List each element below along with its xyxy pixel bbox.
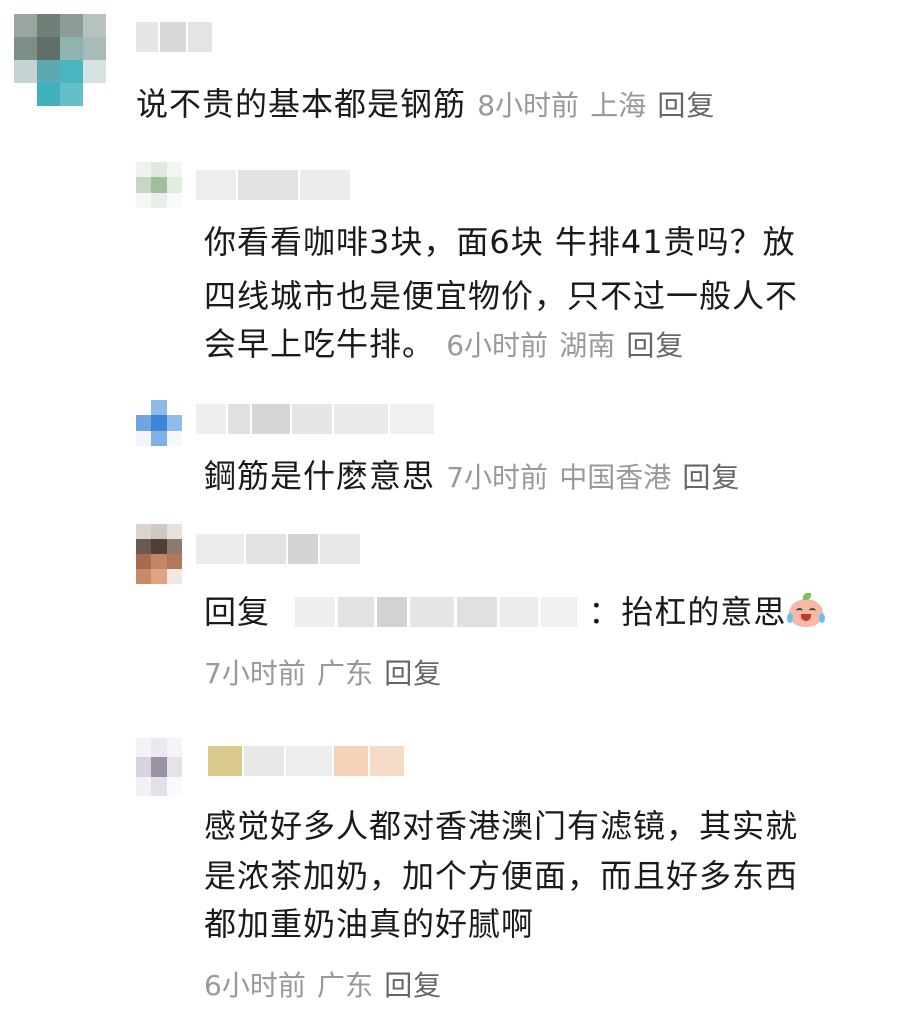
username[interactable] <box>208 746 404 776</box>
comment-text-line: 感觉好多人都对香港澳门有滤镜，其实就 <box>204 807 799 845</box>
comment-location: 上海 <box>590 89 647 122</box>
reply-prefix: 回复 <box>204 593 271 631</box>
avatar[interactable] <box>136 524 182 584</box>
comment-text-line: 会早上吃牛排。 <box>204 325 436 363</box>
avatar[interactable] <box>136 400 182 446</box>
comment-text-line: 你看看咖啡3块，面6块 牛排41贵吗？放 <box>204 223 796 261</box>
comment-location: 广东 <box>317 657 374 690</box>
comment-time: 6小时前 <box>446 329 549 362</box>
comment-location: 湖南 <box>559 329 616 362</box>
username[interactable] <box>196 404 434 434</box>
comment-text: 鋼筋是什麽意思 7小时前 中国香港 回复 <box>204 456 740 498</box>
reply-button[interactable]: 回复 <box>384 657 442 690</box>
comment-meta: 7小时前 广东 回复 <box>204 652 442 694</box>
reply-button[interactable]: 回复 <box>384 969 442 1002</box>
comment-time: 6小时前 <box>204 969 306 1002</box>
comment-location: 中国香港 <box>559 461 672 494</box>
comment-text-line: 都加重奶油真的好腻啊 <box>204 905 535 943</box>
reply-button[interactable]: 回复 <box>626 329 684 362</box>
reply-separator: ： <box>588 593 622 631</box>
username[interactable] <box>136 22 212 52</box>
comment-time: 7小时前 <box>204 657 306 690</box>
comment-text-line: 鋼筋是什麽意思 <box>204 457 436 495</box>
comment-meta: 6小时前 广东 回复 <box>204 964 442 1006</box>
crying-laughing-peach-emoji <box>786 593 826 627</box>
avatar[interactable] <box>14 14 106 106</box>
reply-text: 回复 ：抬杠的意思 <box>204 592 826 632</box>
avatar[interactable] <box>136 162 182 208</box>
reply-button[interactable]: 回复 <box>682 461 740 494</box>
comment-time: 7小时前 <box>446 461 549 494</box>
comment-text: 会早上吃牛排。 6小时前 湖南 回复 <box>204 324 684 366</box>
reply-button[interactable]: 回复 <box>657 89 715 122</box>
comment-text: 说不贵的基本都是钢筋 8小时前 上海 回复 <box>136 84 715 126</box>
reply-body: 抬杠的意思 <box>621 593 787 631</box>
mentioned-username[interactable] <box>295 597 578 627</box>
comment-text-line: 说不贵的基本都是钢筋 <box>136 85 467 123</box>
comment-time: 8小时前 <box>477 89 580 122</box>
username[interactable] <box>196 534 360 564</box>
comment-location: 广东 <box>317 969 374 1002</box>
avatar[interactable] <box>136 738 182 796</box>
comment-text-line: 是浓茶加奶，加个方便面，而且好多东西 <box>204 857 799 895</box>
username[interactable] <box>196 170 350 200</box>
comment-text-line: 四线城市也是便宜物价，只不过一般人不 <box>204 277 799 315</box>
